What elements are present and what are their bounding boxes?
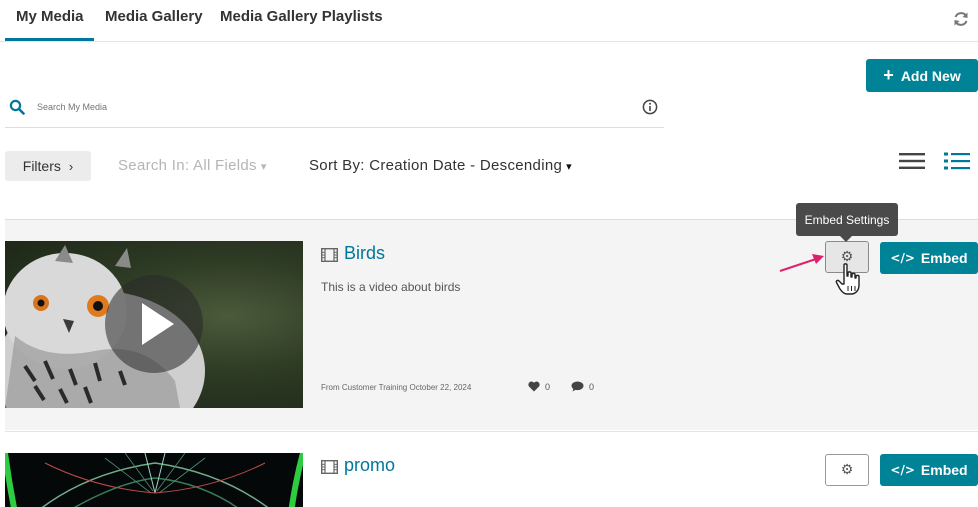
media-title-link[interactable]: promo bbox=[344, 455, 395, 476]
sort-by-label: Sort By: Creation Date - Descending bbox=[309, 157, 563, 174]
active-tab-indicator bbox=[5, 38, 94, 41]
likes-value: 0 bbox=[545, 381, 551, 392]
search-bar bbox=[5, 92, 664, 128]
add-new-label: Add New bbox=[900, 67, 961, 84]
sort-by-dropdown[interactable]: Sort By: Creation Date - Descending ▾ bbox=[309, 157, 572, 174]
comment-icon bbox=[571, 381, 584, 392]
chevron-down-icon: ▾ bbox=[566, 161, 572, 173]
tooltip-text: Embed Settings bbox=[804, 212, 890, 227]
tab-my-media[interactable]: My Media bbox=[16, 8, 84, 25]
tab-media-gallery-playlists[interactable]: Media Gallery Playlists bbox=[220, 8, 383, 25]
embed-settings-button[interactable]: ⚙ bbox=[825, 454, 869, 486]
embed-settings-tooltip: Embed Settings bbox=[796, 203, 898, 242]
search-in-dropdown[interactable]: Search In: All Fields ▾ bbox=[118, 157, 267, 174]
heart-icon bbox=[528, 381, 540, 392]
chevron-right-icon: › bbox=[68, 158, 74, 174]
search-in-label: Search In: All Fields bbox=[118, 157, 257, 174]
media-title-link[interactable]: Birds bbox=[344, 243, 385, 264]
video-thumbnail[interactable] bbox=[5, 453, 303, 507]
comments-value: 0 bbox=[589, 381, 595, 392]
media-entry: Birds This is a video about birds From C… bbox=[5, 219, 978, 430]
media-description: This is a video about birds bbox=[321, 280, 461, 294]
list-detail-icon[interactable] bbox=[944, 151, 970, 171]
video-icon bbox=[321, 248, 338, 262]
video-icon bbox=[321, 460, 338, 474]
embed-label: Embed bbox=[920, 462, 968, 478]
embed-label: Embed bbox=[920, 250, 968, 266]
plus-icon: + bbox=[883, 64, 894, 85]
promo-image bbox=[5, 453, 303, 507]
embed-button[interactable]: </> Embed bbox=[880, 454, 978, 486]
add-new-button[interactable]: + Add New bbox=[866, 59, 978, 92]
tab-bar: My Media Media Gallery Media Gallery Pla… bbox=[0, 0, 978, 42]
comments-count: 0 bbox=[571, 381, 594, 392]
gear-icon: ⚙ bbox=[840, 462, 854, 478]
embed-button[interactable]: </> Embed bbox=[880, 242, 978, 274]
media-meta: From Customer Training October 22, 2024 bbox=[321, 383, 472, 392]
likes-count: 0 bbox=[528, 381, 550, 392]
info-icon[interactable] bbox=[642, 99, 658, 115]
code-icon: </> bbox=[890, 251, 915, 265]
code-icon: </> bbox=[890, 463, 915, 477]
hand-cursor-icon bbox=[835, 263, 860, 295]
list-compact-icon[interactable] bbox=[899, 151, 925, 171]
play-icon[interactable] bbox=[105, 275, 203, 373]
chevron-down-icon: ▾ bbox=[260, 161, 267, 173]
media-entry: promo ⚙ </> Embed bbox=[5, 431, 978, 507]
filters-label: Filters bbox=[22, 158, 61, 174]
search-icon bbox=[9, 99, 25, 115]
tab-media-gallery[interactable]: Media Gallery bbox=[105, 8, 203, 25]
search-input[interactable] bbox=[37, 102, 537, 112]
annotation-arrow-icon bbox=[779, 254, 824, 273]
video-thumbnail[interactable] bbox=[5, 241, 303, 408]
filters-button[interactable]: Filters › bbox=[5, 151, 91, 181]
refresh-icon[interactable] bbox=[952, 10, 970, 28]
